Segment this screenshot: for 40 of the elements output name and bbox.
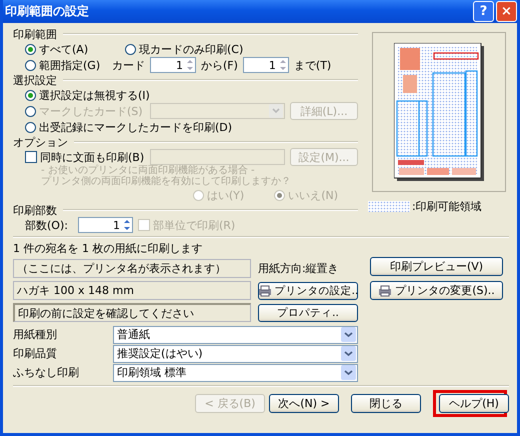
printer-name-field: （ここには、プリンタ名が表示されます） (13, 259, 251, 278)
close-button[interactable]: × (496, 1, 517, 22)
window-title: 印刷範囲の設定 (5, 3, 89, 20)
dropdown[interactable]: 印刷領域 標準 (113, 364, 358, 382)
field-label: 印刷品質 (13, 346, 58, 361)
spin-field[interactable]: 1 (78, 217, 133, 233)
field-label: から(F) (201, 58, 238, 72)
group-heading: オプション (13, 134, 68, 150)
dialog-button[interactable]: ヘルプ(H) (439, 394, 509, 413)
spin-field[interactable]: 1 (150, 57, 196, 73)
dialog-button[interactable]: 次へ(N) > (269, 394, 339, 413)
group-heading: 印刷部数 (13, 202, 57, 218)
radio-button[interactable]: 出受記録にマークしたカードを印刷(D) (25, 120, 232, 134)
radio-button[interactable]: すべて(A) (25, 42, 120, 56)
group-heading: 選択設定 (13, 72, 57, 88)
dropdown[interactable]: 普通紙 (113, 326, 358, 344)
checkbox[interactable]: 同時に文面も印刷(B) (25, 150, 145, 164)
change-printer-button[interactable]: プリンタの変更(S).. (370, 281, 503, 300)
printer-settings-button[interactable]: プリンタの設定.. (258, 282, 358, 300)
summary-text: 1 件の宛名を 1 枚の用紙に印刷します (13, 241, 204, 256)
field-label: まで(T) (294, 58, 332, 72)
print-preview-button[interactable]: 印刷プレビュー(V) (370, 257, 503, 276)
spin-field[interactable]: 1 (242, 57, 289, 73)
properties-button[interactable]: プロパティ.. (258, 304, 358, 322)
field-label: ふちなし印刷 (13, 365, 80, 380)
field-label: 用紙種別 (13, 327, 58, 342)
note-text: - お使いのプリンタに両面印刷機能がある場合 - プリンタ側の両面印刷機能を有効にして印刷しますか？ (40, 165, 292, 187)
group-heading: 印刷範囲 (13, 26, 57, 42)
field-label: カード (112, 58, 145, 72)
legend-text: :印刷可能領域 (412, 199, 482, 214)
dialog-button[interactable]: 閉じる (351, 394, 421, 413)
radio-button[interactable]: 範囲指定(G) (25, 58, 107, 72)
message-field: 印刷の前に設定を確認してください (13, 303, 251, 322)
help-button[interactable]: ? (473, 1, 494, 22)
orientation-text: 用紙方向:縦置き (258, 261, 340, 276)
field-label: 部数(O): (25, 218, 69, 232)
paper-size-field: ハガキ 100 x 148 mm (13, 281, 251, 300)
dropdown[interactable]: 推奨設定(はやい) (113, 344, 358, 362)
radio-button[interactable]: 現カードのみ印刷(C) (125, 42, 244, 56)
radio-button[interactable]: 選択設定は無視する(I) (25, 88, 150, 102)
